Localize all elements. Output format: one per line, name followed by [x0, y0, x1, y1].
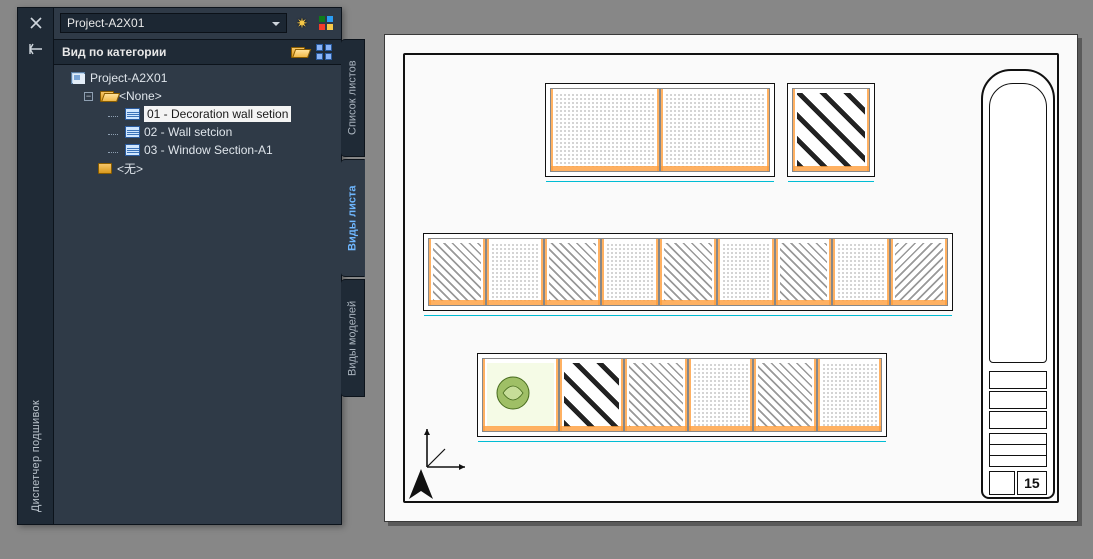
- sheet-set-manager-palette: Диспетчер подшивок Project-A2X01 ✷ Вид п…: [17, 7, 342, 525]
- titleblock: 15: [981, 69, 1055, 499]
- project-select-value: Project-A2X01: [67, 16, 144, 30]
- elevation-strip-2: [423, 233, 953, 311]
- close-icon[interactable]: [25, 12, 47, 34]
- layout-viewport[interactable]: 15: [384, 34, 1078, 522]
- elevation-strip-1b: [787, 83, 875, 177]
- tab-sheet-views-label: Виды листа: [347, 185, 359, 251]
- tree-item-03[interactable]: 03 - Window Section-A1: [70, 141, 337, 159]
- sheet-icon: [124, 107, 140, 121]
- tree-connector-icon: [108, 116, 118, 117]
- open-folder-icon[interactable]: [289, 43, 307, 61]
- palette-tabs: Список листов Виды листа Виды моделей: [341, 39, 365, 399]
- tree: Project-A2X01 − <None> 01 - Decoration w…: [54, 65, 341, 181]
- tree-root[interactable]: Project-A2X01: [70, 69, 337, 87]
- tree-item-02[interactable]: 02 - Wall setcion: [70, 123, 337, 141]
- tab-sheet-list-label: Список листов: [347, 61, 359, 136]
- tree-item-03-label: 03 - Window Section-A1: [144, 143, 273, 157]
- tree-item-01[interactable]: 01 - Decoration wall setion: [70, 105, 337, 123]
- sheetset-icon: [70, 71, 86, 85]
- tree-group-none[interactable]: − <None>: [70, 87, 337, 105]
- grid-view-icon[interactable]: [315, 43, 333, 61]
- new-icon[interactable]: ✷: [293, 14, 311, 32]
- tree-connector-icon: [108, 152, 118, 153]
- ucs-axis-icon: [423, 425, 469, 471]
- tab-sheet-list[interactable]: Список листов: [341, 39, 365, 157]
- section-header: Вид по категории: [54, 39, 341, 65]
- tab-model-views-label: Виды моделей: [347, 300, 359, 375]
- tab-model-views[interactable]: Виды моделей: [341, 279, 365, 397]
- tree-item-02-label: 02 - Wall setcion: [144, 125, 232, 139]
- palette-title: Диспетчер подшивок: [30, 400, 42, 512]
- titleblock-fields: [989, 371, 1047, 427]
- folder-icon: [99, 89, 115, 103]
- palette-body: Project-A2X01 ✷ Вид по категории Project…: [53, 7, 342, 525]
- folder-icon: [97, 161, 113, 175]
- tree-group-none-label: <None>: [119, 89, 162, 103]
- sheet-icon: [124, 125, 140, 139]
- north-arrow-icon: [403, 467, 439, 503]
- titleblock-info: [989, 433, 1047, 467]
- tree-group-empty-label: <无>: [117, 160, 143, 177]
- elevation-strip-3: [477, 353, 887, 437]
- collapse-icon[interactable]: −: [84, 92, 93, 101]
- tree-connector-icon: [108, 134, 118, 135]
- titleblock-logo-area: [989, 83, 1047, 363]
- palette-header: Project-A2X01 ✷: [54, 8, 341, 39]
- tree-group-empty[interactable]: <无>: [70, 159, 337, 177]
- tree-item-01-label: 01 - Decoration wall setion: [144, 106, 291, 122]
- titleblock-bottom: 15: [989, 471, 1047, 495]
- elevation-strip-1: [545, 83, 775, 177]
- autohide-icon[interactable]: [25, 38, 47, 60]
- titleblock-rev: [989, 471, 1015, 495]
- thumbnails-icon[interactable]: [317, 14, 335, 32]
- section-header-label: Вид по категории: [62, 45, 166, 59]
- project-select[interactable]: Project-A2X01: [60, 13, 287, 33]
- sheet-icon: [124, 143, 140, 157]
- tree-root-label: Project-A2X01: [90, 71, 167, 85]
- tab-sheet-views[interactable]: Виды листа: [341, 159, 365, 277]
- titleblock-sheet-number: 15: [1017, 471, 1047, 495]
- palette-gutter: Диспетчер подшивок: [17, 7, 53, 525]
